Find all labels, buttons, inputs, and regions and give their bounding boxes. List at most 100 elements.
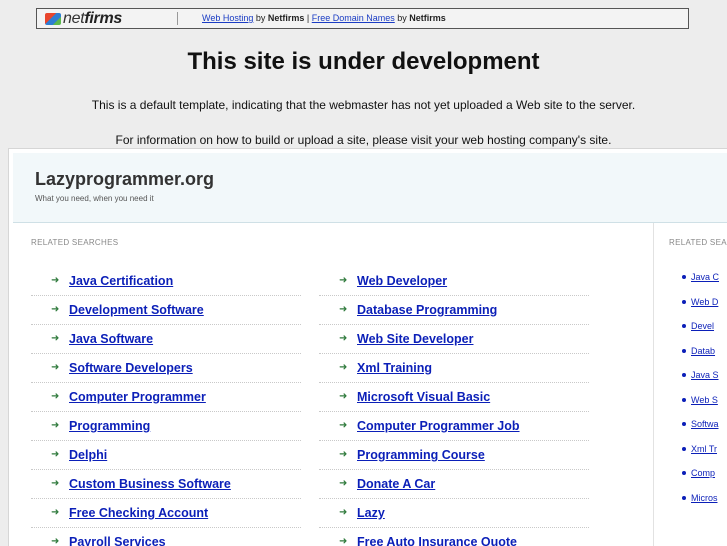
bullet-icon (682, 446, 686, 451)
page-title: This site is under development (187, 48, 540, 75)
logo-firms-text: firms (84, 9, 122, 27)
related-search-link[interactable]: Microsoft Visual Basic (357, 390, 490, 404)
related-search-link[interactable]: Web Developer (357, 274, 447, 288)
by-text: by (394, 13, 410, 23)
arrow-right-icon: ➜ (51, 507, 60, 518)
related-search-row: ➜ Free Auto Insurance Quote (319, 528, 589, 546)
arrow-right-icon: ➜ (339, 449, 348, 460)
logo-net-text: net (63, 9, 85, 27)
related-search-row: ➜ Web Site Developer (319, 325, 589, 354)
related-search-link[interactable]: Programming (69, 419, 150, 433)
sidebar-search-link[interactable]: Java C (691, 272, 719, 282)
netfirms-brand: Netfirms (267, 13, 305, 23)
related-search-row: ➜ Programming Course (319, 441, 589, 470)
related-search-link[interactable]: Computer Programmer Job (357, 419, 520, 433)
related-search-row: ➜ Payroll Services (31, 528, 301, 546)
arrow-right-icon: ➜ (339, 275, 348, 286)
arrow-right-icon: ➜ (339, 507, 348, 518)
sidebar-related-searches-label: RELATED SEARCHES (669, 238, 727, 247)
related-search-link[interactable]: Development Software (69, 303, 204, 317)
related-search-row: ➜ Computer Programmer Job (319, 412, 589, 441)
sidebar-list-item: Datab (682, 346, 719, 371)
related-search-link[interactable]: Delphi (69, 448, 107, 462)
related-search-row: ➜ Microsoft Visual Basic (319, 383, 589, 412)
netfirms-brand: Netfirms (409, 13, 446, 23)
web-hosting-link[interactable]: Web Hosting (202, 13, 253, 23)
sidebar-search-link[interactable]: Java S (691, 370, 719, 380)
pipe-separator: | (304, 13, 312, 23)
arrow-right-icon: ➜ (51, 362, 60, 373)
related-search-link[interactable]: Computer Programmer (69, 390, 206, 404)
sidebar-search-link[interactable]: Comp (691, 468, 715, 478)
sidebar-list-item: Softwa (682, 419, 719, 444)
arrow-right-icon: ➜ (339, 420, 348, 431)
related-search-link[interactable]: Free Auto Insurance Quote (357, 535, 517, 546)
sidebar-search-link[interactable]: Web S (691, 395, 718, 405)
sidebar-list-item: Devel (682, 321, 719, 346)
related-search-row: ➜ Java Certification (31, 267, 301, 296)
arrow-right-icon: ➜ (51, 275, 60, 286)
site-tagline: What you need, when you need it (35, 194, 154, 203)
related-search-row: ➜ Delphi (31, 441, 301, 470)
bullet-icon (682, 348, 686, 353)
sidebar-list-item: Micros (682, 493, 719, 518)
related-search-row: ➜ Xml Training (319, 354, 589, 383)
sidebar-list-item: Xml Tr (682, 444, 719, 469)
related-search-row: ➜ Web Developer (319, 267, 589, 296)
sidebar-search-link[interactable]: Web D (691, 297, 718, 307)
sidebar-link-list: Java C Web D Devel Datab Java S Web S Softwa Xm… (682, 272, 719, 518)
sidebar-search-link[interactable]: Datab (691, 346, 715, 356)
arrow-right-icon: ➜ (339, 391, 348, 402)
related-search-row: ➜ Computer Programmer (31, 383, 301, 412)
related-search-link[interactable]: Web Site Developer (357, 332, 473, 346)
related-search-row: ➜ Lazy (319, 499, 589, 528)
arrow-right-icon: ➜ (51, 391, 60, 402)
related-search-link[interactable]: Custom Business Software (69, 477, 231, 491)
related-search-row: ➜ Programming (31, 412, 301, 441)
netfirms-logo[interactable]: net firms (45, 10, 122, 27)
related-search-row: ➜ Java Software (31, 325, 301, 354)
free-domain-names-link[interactable]: Free Domain Names (312, 13, 395, 23)
site-title: Lazyprogrammer.org (35, 169, 215, 189)
related-search-link[interactable]: Payroll Services (69, 535, 166, 546)
sidebar-search-link[interactable]: Devel (691, 321, 714, 331)
sidebar-search-link[interactable]: Softwa (691, 419, 719, 429)
arrow-right-icon: ➜ (51, 478, 60, 489)
notice-line-1: This is a default template, indicating t… (91, 98, 636, 112)
sidebar-list-item: Web D (682, 297, 719, 322)
related-searches-left-column: ➜ Java Certification ➜ Development Software… (31, 267, 301, 546)
arrow-right-icon: ➜ (51, 420, 60, 431)
related-search-link[interactable]: Database Programming (357, 303, 497, 317)
arrow-right-icon: ➜ (339, 362, 348, 373)
sidebar-list-item: Java C (682, 272, 719, 297)
related-search-link[interactable]: Free Checking Account (69, 506, 208, 520)
sidebar-search-link[interactable]: Xml Tr (691, 444, 717, 454)
related-search-link[interactable]: Donate A Car (357, 477, 435, 491)
sidebar-search-link[interactable]: Micros (691, 493, 718, 503)
bullet-icon (682, 299, 686, 304)
related-search-row: ➜ Development Software (31, 296, 301, 325)
netfirms-banner: net firms Web Hosting by Netfirms | Free … (36, 8, 689, 29)
arrow-right-icon: ➜ (51, 333, 60, 344)
related-searches-sidebar: RELATED SEARCHES Java CWeb DDevelDatabJa… (665, 223, 727, 546)
arrow-right-icon: ➜ (339, 333, 348, 344)
arrow-right-icon: ➜ (51, 449, 60, 460)
sidebar-list-item: Java S (682, 370, 719, 395)
arrow-right-icon: ➜ (51, 304, 60, 315)
related-searches-label: RELATED SEARCHES (31, 238, 119, 247)
related-search-link[interactable]: Programming Course (357, 448, 485, 462)
by-text: by (253, 13, 268, 23)
bullet-icon (682, 397, 686, 402)
related-search-link[interactable]: Java Certification (69, 274, 173, 288)
related-search-link[interactable]: Lazy (357, 506, 385, 520)
related-search-row: ➜ Custom Business Software (31, 470, 301, 499)
bullet-icon (682, 422, 686, 426)
bullet-icon (682, 495, 686, 500)
bullet-icon (682, 324, 686, 328)
banner-divider (177, 12, 178, 25)
related-search-link[interactable]: Xml Training (357, 361, 432, 375)
bullet-icon (682, 471, 686, 475)
parked-domain-frame: Lazyprogrammer.org What you need, when y… (8, 148, 727, 546)
related-search-link[interactable]: Software Developers (69, 361, 193, 375)
related-search-link[interactable]: Java Software (69, 332, 153, 346)
